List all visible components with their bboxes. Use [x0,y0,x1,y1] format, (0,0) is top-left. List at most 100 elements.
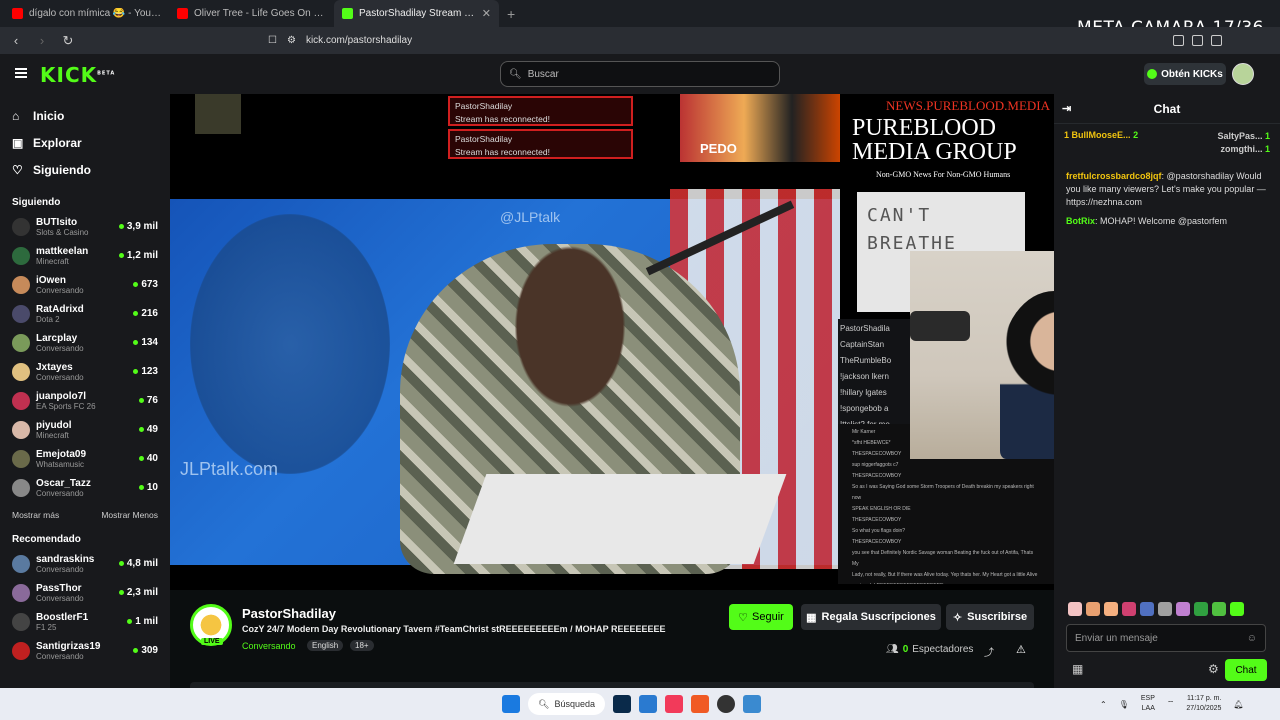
tag-18plus[interactable]: 18+ [350,640,374,651]
chat-user[interactable]: fretfulcrossbardco8jqf [1066,171,1162,181]
chat-user[interactable]: BotRix [1066,216,1095,226]
bookmark-icon[interactable]: ☐ [268,35,277,46]
show-more-link[interactable]: Mostrar más [12,510,59,520]
channel-row[interactable]: sandraskins Conversando 4,8 mil [0,549,170,578]
channel-row[interactable]: juanpolo7l EA Sports FC 26 76 [0,386,170,415]
site-info-icon[interactable]: ⚙ [287,35,296,46]
channel-info: Jxtayes Conversando [36,362,127,382]
channel-row[interactable]: BoostlerF1 F1 25 1 mil [0,607,170,636]
video-desk [453,474,787,564]
notification-icon[interactable]: 🔔︎ [1233,700,1243,709]
taskbar-apps: 🔍︎ Búsqueda [502,693,761,715]
channel-row[interactable]: Oscar_Tazz Conversando 10 [0,473,170,502]
browser-tab-active[interactable]: PastorShadilay Stream - Watc ✕ [334,0,499,27]
channel-row[interactable]: Emejota09 Whatsamusic 40 [0,444,170,473]
emote-icon[interactable] [1230,602,1244,616]
chat-input[interactable]: Enviar un mensaje ☺ [1066,624,1266,652]
viewer-count: 👥︎ 0 Espectadores [886,644,973,655]
nav-inicio[interactable]: ⌂ Inicio [0,102,170,129]
search-input[interactable]: 🔍︎ Buscar [500,61,780,87]
chevron-up-icon[interactable]: ⌃ [1100,700,1107,709]
forward-icon[interactable]: › [32,33,52,48]
address-bar: ‹ › ↻ ☐ ⚙ kick.com/pastorshadilay [0,27,1280,54]
menu-icon[interactable] [15,68,27,78]
leader-1[interactable]: 1 BullMooseE... 2 [1064,130,1138,156]
chat-text: MOHAP! Welcome @pastorfem [1100,216,1228,226]
channel-info: sandraskins Conversando [36,554,113,574]
wifi-icon[interactable]: ⌔ [1167,699,1175,709]
emote-icon[interactable] [1158,602,1172,616]
mic-icon[interactable]: 🎙︎ [1119,700,1129,709]
channel-name[interactable]: PastorShadilay [242,606,336,621]
channel-avatar [12,246,30,265]
chat-log-line: you see that Definitely Nordic Savage wo… [852,550,1034,567]
channel-row[interactable]: Santigrizas19 Conversando 309 [0,636,170,665]
channel-category: Whatsamusic [36,459,85,469]
channel-row[interactable]: RatAdrixd Dota 2 216 [0,299,170,328]
collapse-chat-icon[interactable]: ⇥ [1062,102,1071,115]
back-icon[interactable]: ‹ [6,33,26,48]
emote-icon[interactable] [1086,602,1100,616]
viewer-count: 123 [133,366,158,377]
browser-tab[interactable]: Oliver Tree - Life Goes On [Music Vid [169,0,334,27]
channel-row[interactable]: BUTIsito Slots & Casino 3,9 mil [0,212,170,241]
taskbar-search[interactable]: 🔍︎ Búsqueda [528,693,605,715]
music-icon[interactable] [664,695,683,713]
show-less-link[interactable]: Mostrar Menos [101,510,158,520]
channel-row[interactable]: mattkeelan Minecraft 1,2 mil [0,241,170,270]
rank-badge: 1 [1064,130,1070,140]
user-avatar[interactable] [1232,63,1254,85]
brave-icon[interactable] [690,695,709,713]
nav-explorar[interactable]: ▣ Explorar [0,129,170,156]
obs-icon[interactable] [716,695,735,713]
emote-icon[interactable] [1176,602,1190,616]
app-icon[interactable] [742,695,761,713]
kick-logo[interactable]: KICKBETA [40,63,115,87]
emoji-icon[interactable]: ☺ [1247,633,1257,644]
channel-row[interactable]: piyudol Minecraft 49 [0,415,170,444]
extension-icon[interactable] [1192,35,1203,46]
emote-icon[interactable] [1194,602,1208,616]
gift-icon[interactable]: ▦ [1072,662,1083,676]
send-chat-button[interactable]: Chat [1225,659,1267,681]
video-player[interactable]: @JLPtalk JLPtalk.com PastorShadilay Stre… [170,94,1054,590]
gear-icon[interactable]: ⚙ [1208,662,1219,676]
channel-row[interactable]: PassThor Conversando 2,3 mil [0,578,170,607]
extension-icon[interactable] [1211,35,1222,46]
channel-row[interactable]: iOwen Conversando 673 [0,270,170,299]
emote-icon[interactable] [1122,602,1136,616]
emote-icon[interactable] [1212,602,1226,616]
photoshop-icon[interactable] [612,695,631,713]
emote-icon[interactable] [1104,602,1118,616]
report-icon[interactable]: ⚠ [1016,643,1026,656]
reload-icon[interactable]: ↻ [58,33,78,49]
overlay-chat-user: PastorShadilay [455,134,513,144]
subscribe-button[interactable]: ✧ Suscribirse [946,604,1034,630]
get-kicks-button[interactable]: Obtén KICKs [1144,63,1226,85]
store-icon[interactable] [638,695,657,713]
chat-title: Chat [1153,101,1181,116]
nav-siguiendo[interactable]: ♡ Siguiendo [0,156,170,183]
lang-indicator[interactable]: ESP LAA [1141,694,1155,714]
emote-icon[interactable] [1140,602,1154,616]
share-icon[interactable]: ⤴ [984,644,994,659]
channel-row[interactable]: Jxtayes Conversando 123 [0,357,170,386]
stream-category[interactable]: Conversando [242,641,296,651]
follow-button[interactable]: ♡ Seguir [729,604,793,630]
clock[interactable]: 11:17 p. m. 27/10/2025 [1186,694,1221,714]
emote-icon[interactable] [1068,602,1082,616]
close-icon[interactable]: ✕ [482,7,491,20]
leader-2-3[interactable]: SaltyPas... 1 zomgthi... 1 [1217,130,1270,156]
gift-subs-button[interactable]: ▦ Regala Suscripciones [801,604,941,630]
tag-english[interactable]: English [307,640,344,651]
new-tab-icon[interactable]: + [507,6,515,22]
taskbar: 🔍︎ Búsqueda ⌃ 🎙︎ ESP LAA ⌔ 11:17 p. m. 27/1… [0,688,1280,720]
url-field[interactable]: ☐ ⚙ kick.com/pastorshadilay [268,31,1013,51]
overlay-thumbnail [195,94,241,134]
chat-message: BotRix: MOHAP! Welcome @pastorfem [1066,216,1228,226]
following-list: BUTIsito Slots & Casino 3,9 mil mattkeelan M… [0,212,170,502]
browser-tab[interactable]: dígalo con mímica 😂 - YouTube [4,0,169,27]
extension-icon[interactable] [1173,35,1184,46]
channel-row[interactable]: Larcplay Conversando 134 [0,328,170,357]
windows-start-icon[interactable] [502,695,520,713]
